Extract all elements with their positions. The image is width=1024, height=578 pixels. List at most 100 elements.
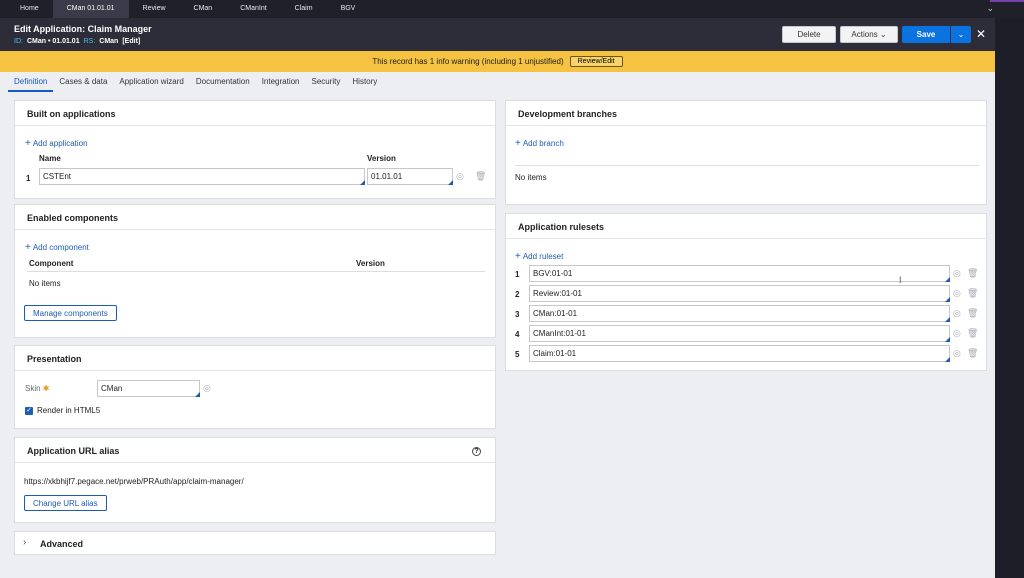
ruleset-input[interactable]: BGV:01-01 bbox=[529, 265, 950, 282]
application-name-value: CSTEnt bbox=[43, 172, 72, 181]
ruleset-input[interactable]: Review:01-01 bbox=[529, 285, 950, 302]
url-alias-card: Application URL alias ? https://xkbhijf7… bbox=[14, 437, 496, 523]
trash-icon[interactable]: 🗑 bbox=[967, 268, 978, 279]
target-icon[interactable]: ◎ bbox=[953, 288, 961, 299]
target-icon[interactable]: ◎ bbox=[456, 171, 464, 182]
target-icon[interactable]: ◎ bbox=[953, 268, 961, 279]
add-component-label: Add component bbox=[32, 243, 89, 252]
tab-integration[interactable]: Integration bbox=[256, 72, 306, 92]
top-tab-cman-version[interactable]: CMan 01.01.01 bbox=[52, 0, 129, 18]
close-icon[interactable]: ✕ bbox=[976, 26, 986, 43]
autocomplete-icon bbox=[945, 317, 950, 322]
application-version-input[interactable]: 01.01.01 bbox=[367, 168, 453, 185]
delete-button[interactable]: Delete bbox=[782, 26, 836, 43]
rs-label: RS: bbox=[83, 38, 96, 45]
application-name-input[interactable]: CSTEnt bbox=[39, 168, 365, 185]
top-tab-bar: Home CMan 01.01.01 Review CMan CManInt C… bbox=[0, 0, 1024, 18]
ruleset-input[interactable]: CMan:01-01 bbox=[529, 305, 950, 322]
tab-history[interactable]: History bbox=[346, 72, 383, 92]
divider bbox=[506, 125, 986, 126]
target-icon[interactable]: ◎ bbox=[953, 348, 961, 359]
warning-message: This record has 1 info warning (includin… bbox=[372, 57, 564, 66]
trash-icon[interactable]: 🗑 bbox=[475, 171, 486, 182]
divider bbox=[15, 462, 495, 463]
add-branch-link[interactable]: + Add branch bbox=[515, 138, 564, 149]
tab-cases-data[interactable]: Cases & data bbox=[53, 72, 113, 92]
record-meta: ID: CMan • 01.01.01 RS: CMan [Edit] bbox=[14, 38, 140, 45]
text-cursor-icon: I bbox=[899, 275, 902, 285]
render-html5-checkbox[interactable]: ✓ bbox=[25, 407, 33, 415]
add-branch-label: Add branch bbox=[522, 139, 564, 148]
divider bbox=[515, 165, 979, 166]
tab-definition[interactable]: Definition bbox=[8, 72, 54, 92]
actions-button[interactable]: Actions ⌄ bbox=[840, 26, 898, 43]
divider bbox=[15, 370, 495, 371]
divider bbox=[506, 238, 986, 239]
top-tab-cmanint[interactable]: CManInt bbox=[226, 0, 280, 18]
add-component-link[interactable]: + Add component bbox=[25, 242, 89, 253]
manage-components-button[interactable]: Manage components bbox=[24, 305, 117, 321]
warning-banner: This record has 1 info warning (includin… bbox=[0, 51, 995, 72]
dev-branches-card: Development branches + Add branch No item… bbox=[505, 100, 987, 205]
plus-icon: + bbox=[25, 138, 31, 149]
ruleset-value: BGV:01-01 bbox=[533, 269, 573, 278]
col-name: Name bbox=[39, 154, 61, 163]
skin-input[interactable]: CMan bbox=[97, 380, 200, 397]
autocomplete-icon bbox=[945, 277, 950, 282]
id-value: CMan • 01.01.01 bbox=[26, 38, 80, 45]
url-alias-title: Application URL alias bbox=[27, 446, 120, 456]
autocomplete-icon bbox=[945, 297, 950, 302]
divider bbox=[27, 271, 485, 272]
presentation-title: Presentation bbox=[27, 354, 82, 364]
advanced-section[interactable]: › Advanced bbox=[14, 531, 496, 555]
col-version: Version bbox=[367, 154, 396, 163]
help-icon[interactable]: ? bbox=[472, 447, 481, 456]
top-tab-cman[interactable]: CMan bbox=[180, 0, 227, 18]
row-number: 2 bbox=[515, 290, 520, 299]
rs-value: CMan bbox=[99, 38, 119, 45]
built-on-card: Built on applications + Add application N… bbox=[14, 100, 496, 199]
add-application-link[interactable]: + Add application bbox=[25, 138, 88, 149]
target-icon[interactable]: ◎ bbox=[953, 328, 961, 339]
col-component-version: Version bbox=[356, 259, 385, 268]
add-ruleset-label: Add ruleset bbox=[522, 252, 564, 261]
top-tab-claim[interactable]: Claim bbox=[281, 0, 327, 18]
change-url-alias-button[interactable]: Change URL alias bbox=[24, 495, 107, 511]
target-icon[interactable]: ◎ bbox=[953, 308, 961, 319]
rulesets-title: Application rulesets bbox=[518, 222, 605, 232]
save-dropdown-button[interactable]: ⌄ bbox=[951, 26, 971, 43]
top-tab-bgv[interactable]: BGV bbox=[327, 0, 370, 18]
skin-label-text: Skin bbox=[25, 384, 41, 393]
chevron-down-icon: ⌄ bbox=[879, 30, 887, 39]
trash-icon[interactable]: 🗑 bbox=[967, 308, 978, 319]
row-number: 3 bbox=[515, 310, 520, 319]
autocomplete-icon bbox=[360, 180, 365, 185]
chevron-down-icon[interactable]: ⌄ bbox=[986, 3, 994, 14]
tab-application-wizard[interactable]: Application wizard bbox=[113, 72, 189, 92]
page-title: Edit Application: Claim Manager bbox=[14, 24, 152, 34]
ruleset-input[interactable]: Claim:01-01 bbox=[529, 345, 950, 362]
ruleset-input[interactable]: CManInt:01-01 bbox=[529, 325, 950, 342]
top-tab-home[interactable]: Home bbox=[6, 0, 53, 18]
edit-ruleset-link[interactable]: [Edit] bbox=[122, 38, 140, 45]
presentation-card: Presentation Skin ✱ CMan ◎ ✓ Render in H… bbox=[14, 345, 496, 429]
add-ruleset-link[interactable]: + Add ruleset bbox=[515, 251, 563, 262]
add-application-label: Add application bbox=[32, 139, 88, 148]
trash-icon[interactable]: 🗑 bbox=[967, 288, 978, 299]
trash-icon[interactable]: 🗑 bbox=[967, 328, 978, 339]
save-button[interactable]: Save bbox=[902, 26, 950, 43]
actions-label: Actions bbox=[851, 30, 878, 39]
components-title: Enabled components bbox=[27, 213, 119, 223]
ruleset-value: Review:01-01 bbox=[533, 289, 582, 298]
review-edit-button[interactable]: Review/Edit bbox=[569, 56, 623, 67]
ruleset-value: Claim:01-01 bbox=[533, 349, 577, 358]
target-icon[interactable]: ◎ bbox=[203, 383, 211, 394]
tab-security[interactable]: Security bbox=[306, 72, 347, 92]
top-tab-review[interactable]: Review bbox=[129, 0, 180, 18]
divider bbox=[15, 229, 495, 230]
tab-documentation[interactable]: Documentation bbox=[190, 72, 256, 92]
row-number: 5 bbox=[515, 350, 520, 359]
url-alias-value: https://xkbhijf7.pegace.net/prweb/PRAuth… bbox=[24, 477, 244, 486]
trash-icon[interactable]: 🗑 bbox=[967, 348, 978, 359]
id-label: ID: bbox=[14, 38, 23, 45]
